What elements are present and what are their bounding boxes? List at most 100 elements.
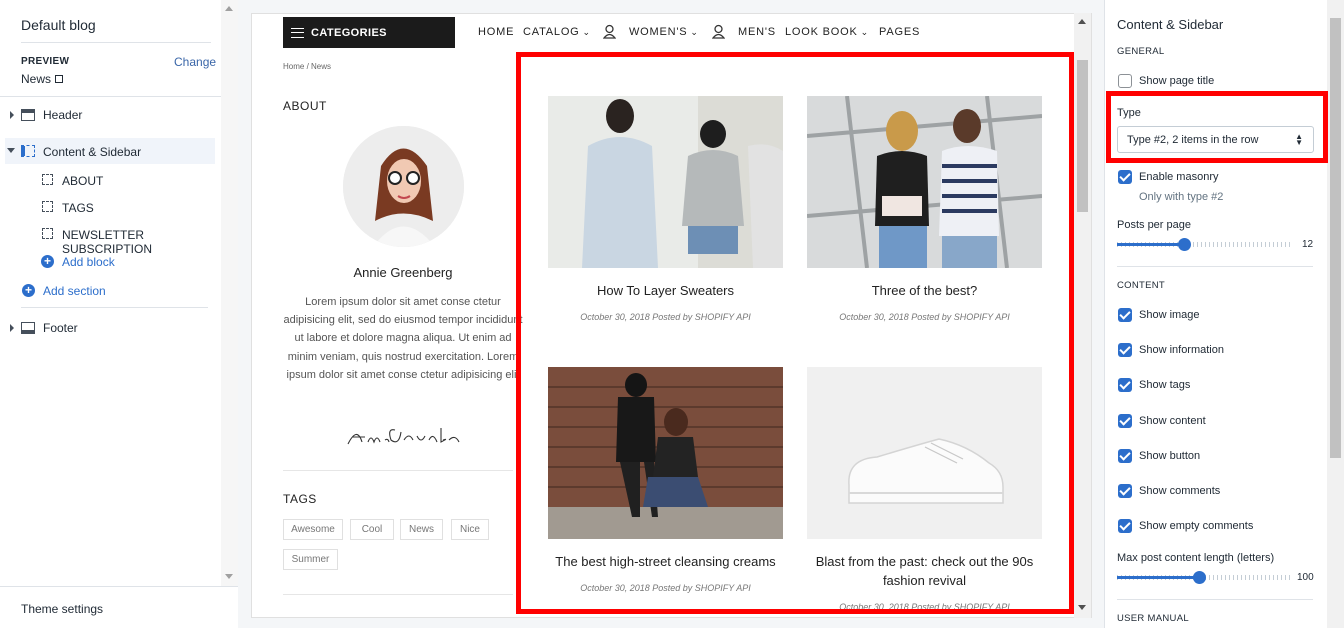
divider xyxy=(283,594,513,595)
scroll-down-arrow-icon[interactable] xyxy=(225,574,233,579)
categories-label: CATEGORIES xyxy=(311,26,387,39)
preview-label: PREVIEW xyxy=(21,56,70,67)
show-information-checkbox[interactable] xyxy=(1118,343,1132,357)
section-footer-label: Footer xyxy=(43,321,78,335)
settings-scrollbar-thumb[interactable] xyxy=(1330,18,1341,458)
show-comments-checkbox[interactable] xyxy=(1118,484,1132,498)
change-preview-link[interactable]: Change xyxy=(174,55,216,69)
show-content-label: Show content xyxy=(1139,415,1206,427)
add-section-button[interactable]: + Add section xyxy=(0,277,215,303)
show-button-checkbox[interactable] xyxy=(1118,449,1132,463)
show-information-label: Show information xyxy=(1139,344,1224,356)
block-about-label: ABOUT xyxy=(62,174,104,188)
divider xyxy=(21,42,211,43)
scroll-down-arrow-icon[interactable] xyxy=(1078,605,1086,610)
tag-news[interactable]: News xyxy=(400,519,443,540)
max-length-value: 100 xyxy=(1297,572,1314,583)
general-heading: GENERAL xyxy=(1117,46,1165,57)
posts-per-page-label: Posts per page xyxy=(1117,219,1191,231)
add-block-button[interactable]: + Add block xyxy=(0,248,215,274)
max-length-slider-handle[interactable] xyxy=(1193,571,1206,584)
show-image-checkbox[interactable] xyxy=(1118,308,1132,322)
section-header-label: Header xyxy=(43,108,83,122)
left-scrollbar[interactable] xyxy=(221,0,238,586)
enable-masonry-checkbox[interactable] xyxy=(1118,170,1132,184)
block-icon xyxy=(42,174,53,185)
nav-lookbook-label: LOOK BOOK xyxy=(785,26,858,38)
content-heading: CONTENT xyxy=(1117,280,1166,291)
signature-image xyxy=(347,428,460,445)
show-content-checkbox[interactable] xyxy=(1118,414,1132,428)
section-content-sidebar-label: Content & Sidebar xyxy=(43,145,142,159)
show-page-title-checkbox[interactable] xyxy=(1118,74,1132,88)
user-manual-heading: USER MANUAL xyxy=(1117,613,1189,624)
block-tags[interactable]: TAGS xyxy=(0,194,215,220)
add-icon: + xyxy=(41,255,54,268)
nav-catalog-label: CATALOG xyxy=(523,26,580,38)
tag-nice[interactable]: Nice xyxy=(451,519,489,540)
section-content-sidebar[interactable]: Content & Sidebar xyxy=(5,138,215,164)
show-comments-label: Show comments xyxy=(1139,485,1221,497)
show-page-title-label: Show page title xyxy=(1139,75,1215,87)
nav-pages[interactable]: PAGES xyxy=(879,26,920,38)
scroll-up-arrow-icon[interactable] xyxy=(1078,19,1086,24)
nav-womens-label: WOMEN'S xyxy=(629,26,688,38)
nav-catalog[interactable]: CATALOG ⌄ xyxy=(523,26,591,38)
expand-caret-icon[interactable] xyxy=(10,324,14,332)
block-newsletter[interactable]: NEWSLETTER SUBSCRIPTION xyxy=(0,221,215,256)
breadcrumb[interactable]: Home / News xyxy=(283,62,331,71)
preview-page-link[interactable]: News xyxy=(21,72,64,86)
tag-cool[interactable]: Cool xyxy=(350,519,394,540)
divider xyxy=(21,307,208,308)
divider xyxy=(1117,599,1313,600)
scroll-up-arrow-icon[interactable] xyxy=(225,6,233,11)
expand-caret-icon[interactable] xyxy=(10,111,14,119)
show-tags-label: Show tags xyxy=(1139,379,1191,391)
tag-awesome[interactable]: Awesome xyxy=(283,519,343,540)
nav-womens[interactable]: WOMEN'S ⌄ xyxy=(629,26,699,38)
chevron-down-icon: ⌄ xyxy=(860,27,869,37)
show-tags-checkbox[interactable] xyxy=(1118,378,1132,392)
chevron-down-icon: ⌄ xyxy=(690,27,699,37)
block-icon xyxy=(42,228,53,239)
categories-menu-button[interactable]: CATEGORIES xyxy=(283,17,455,48)
add-block-label: Add block xyxy=(62,255,115,269)
divider xyxy=(1117,266,1313,267)
divider xyxy=(283,470,513,471)
preview-scrollbar-thumb[interactable] xyxy=(1077,60,1088,212)
theme-settings-link[interactable]: Theme settings xyxy=(21,602,103,616)
content-sidebar-section-icon xyxy=(21,145,35,157)
max-length-slider-fill xyxy=(1117,576,1199,579)
posts-per-page-value: 12 xyxy=(1302,239,1314,250)
author-portrait-image xyxy=(343,126,464,247)
masonry-help-text: Only with type #2 xyxy=(1139,191,1224,203)
header-section-icon xyxy=(21,109,35,121)
divider xyxy=(0,96,221,97)
show-empty-comments-checkbox[interactable] xyxy=(1118,519,1132,533)
highlight-box-posts xyxy=(516,52,1074,614)
block-about[interactable]: ABOUT xyxy=(0,167,215,193)
tag-summer[interactable]: Summer xyxy=(283,549,338,570)
add-icon: + xyxy=(22,284,35,297)
nav-home[interactable]: HOME xyxy=(478,26,514,38)
block-tags-label: TAGS xyxy=(62,201,94,215)
show-empty-comments-label: Show empty comments xyxy=(1139,520,1254,532)
tags-heading: TAGS xyxy=(283,492,317,506)
highlight-box-type xyxy=(1106,91,1328,163)
left-sidebar: Default blog PREVIEW Change News Header … xyxy=(0,0,238,628)
nav-lookbook[interactable]: LOOK BOOK ⌄ xyxy=(785,26,869,38)
collapse-caret-icon[interactable] xyxy=(7,148,15,153)
posts-per-page-slider-fill xyxy=(1117,243,1184,246)
nav-mens[interactable]: MEN'S xyxy=(738,26,776,38)
add-section-label: Add section xyxy=(43,284,106,298)
max-length-label: Max post content length (letters) xyxy=(1117,552,1275,564)
mens-icon xyxy=(712,24,725,39)
section-header[interactable]: Header xyxy=(0,102,215,128)
about-heading: ABOUT xyxy=(283,99,327,113)
settings-title: Content & Sidebar xyxy=(1117,17,1224,32)
author-name: Annie Greenberg xyxy=(353,265,453,280)
womens-icon xyxy=(603,24,616,39)
section-footer[interactable]: Footer xyxy=(0,315,215,341)
posts-per-page-slider-handle[interactable] xyxy=(1178,238,1191,251)
author-avatar xyxy=(343,126,464,247)
